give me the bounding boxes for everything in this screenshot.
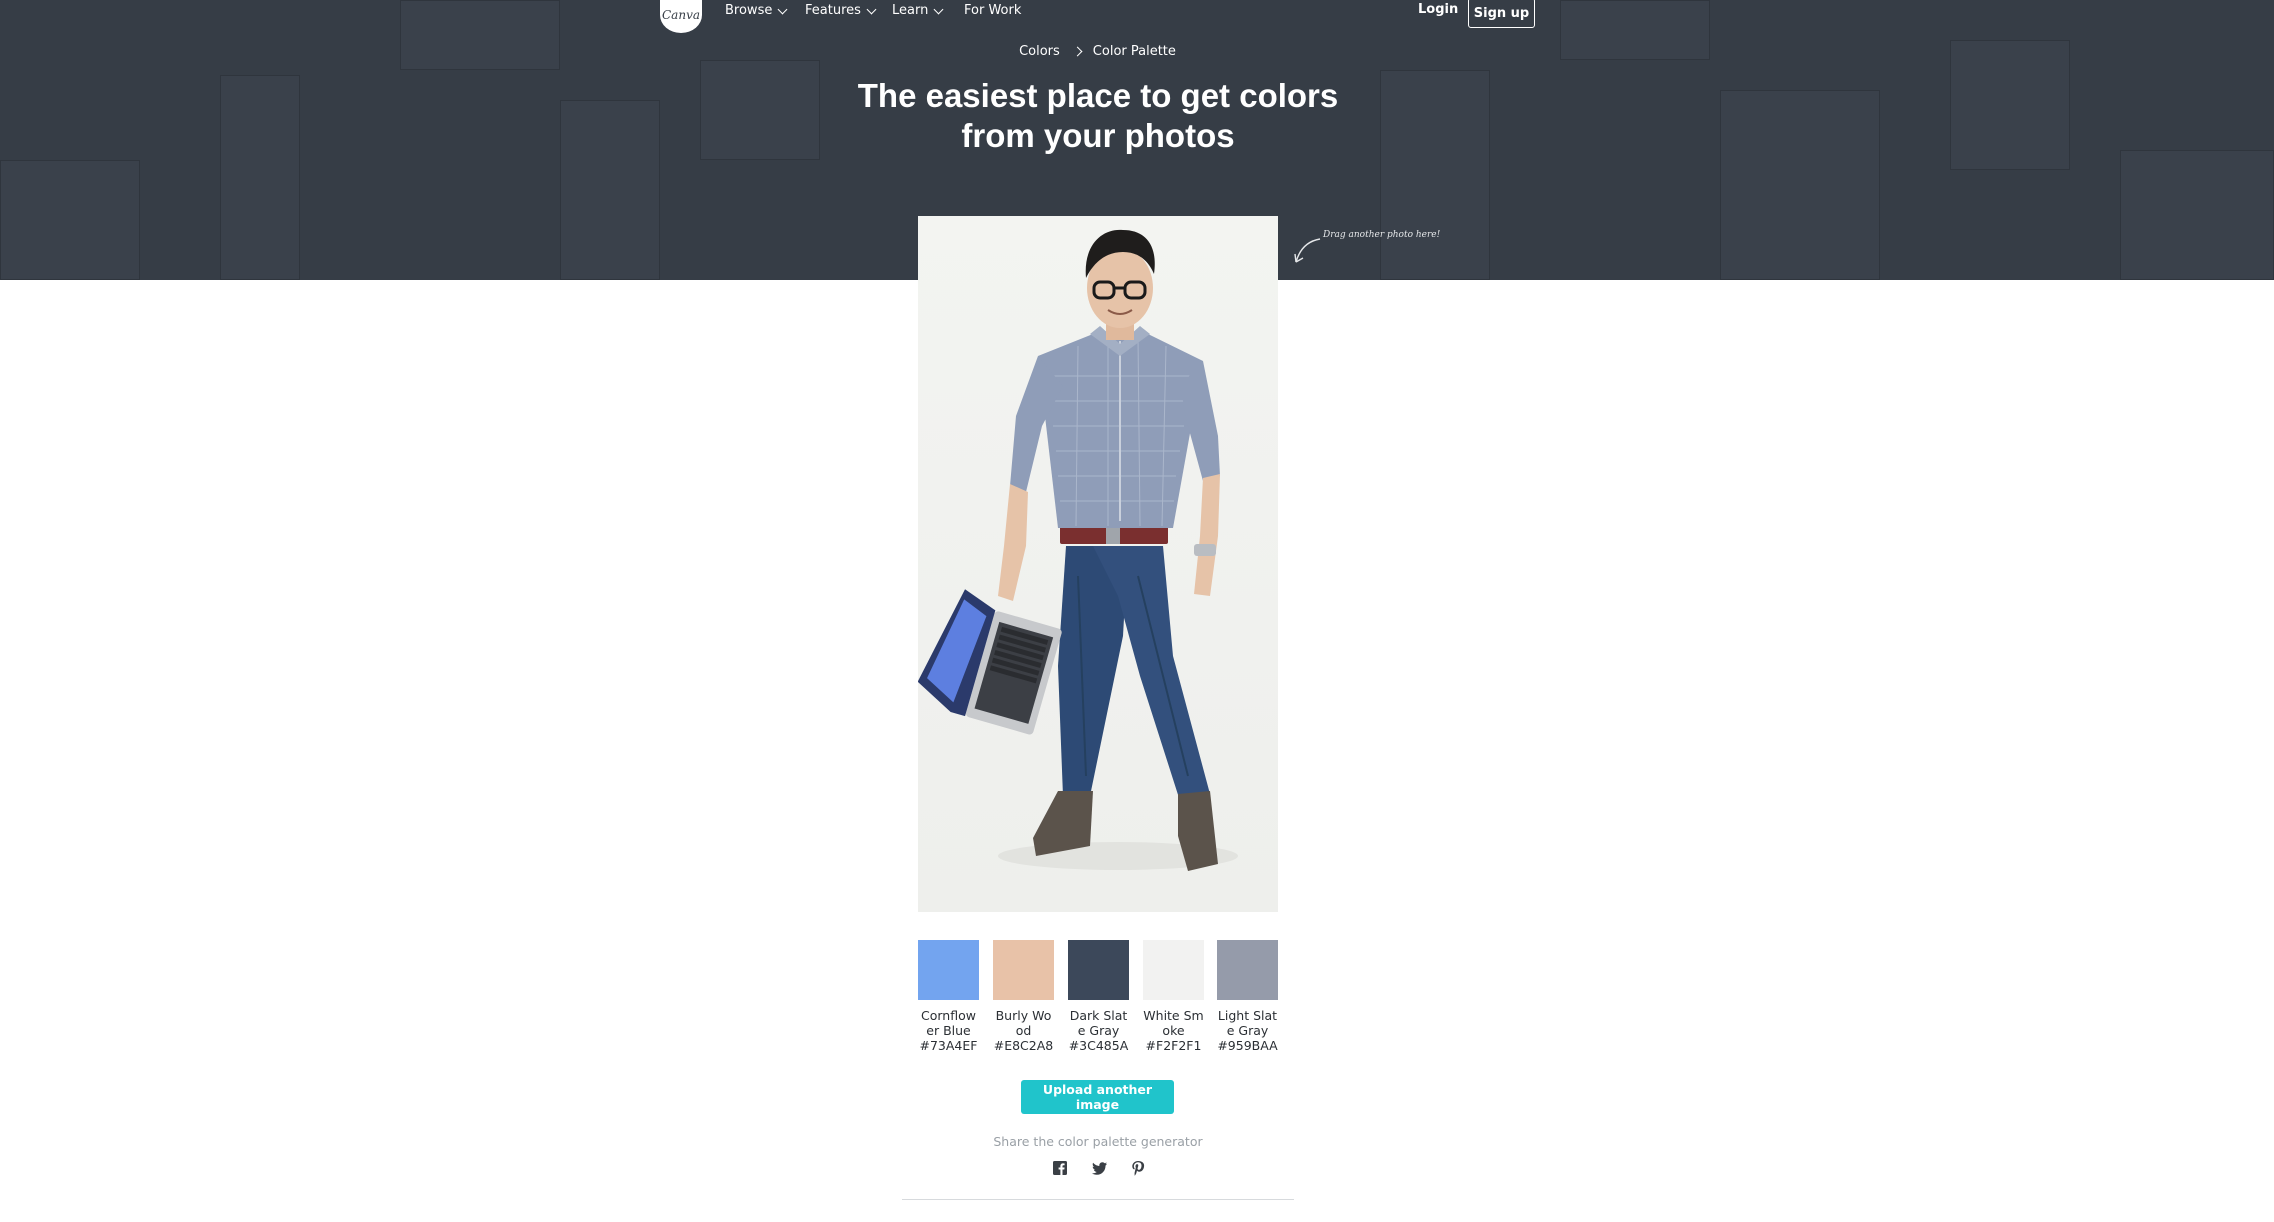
chevron-down-icon <box>866 4 877 14</box>
swatch-name: Dark Slate Gray <box>1069 1008 1128 1038</box>
pinterest-icon[interactable] <box>1130 1160 1146 1176</box>
nav-for-work-label: For Work <box>964 2 1022 18</box>
swatch-color-block[interactable] <box>1143 940 1204 1000</box>
nav-browse-label: Browse <box>725 2 773 18</box>
nav-features-label: Features <box>805 2 861 18</box>
breadcrumb-colors[interactable]: Colors <box>1019 44 1060 59</box>
hero-bg-tile <box>700 60 820 160</box>
twitter-icon[interactable] <box>1092 1160 1108 1176</box>
hero-bg-tile <box>1380 70 1490 280</box>
swatch-color-block[interactable] <box>1068 940 1129 1000</box>
nav-browse[interactable]: Browse <box>725 0 788 20</box>
canva-logo[interactable]: Canva <box>660 0 702 33</box>
hero-bg-tile <box>560 100 660 280</box>
hero-bg-tile <box>400 0 560 70</box>
drag-hint-text: Drag another photo here! <box>1323 230 1441 240</box>
hero-bg-tile <box>220 75 300 280</box>
swatch-light-slate-gray[interactable]: Light Slate Gray #959BAA <box>1217 940 1278 1053</box>
swatch-burly-wood[interactable]: Burly Wood #E8C2A8 <box>993 940 1054 1053</box>
swatch-hex: #959BAA <box>1217 1038 1278 1053</box>
facebook-icon[interactable] <box>1052 1160 1068 1176</box>
signup-button[interactable]: Sign up <box>1468 0 1535 28</box>
upload-another-image-button[interactable]: Upload another image <box>1021 1080 1174 1114</box>
swatch-color-block[interactable] <box>918 940 979 1000</box>
nav-learn[interactable]: Learn <box>892 0 944 20</box>
nav-features[interactable]: Features <box>805 0 877 20</box>
hero-bg-tile <box>0 160 140 280</box>
swatch-cornflower-blue[interactable]: Cornflower Blue #73A4EF <box>918 940 979 1053</box>
swatch-hex: #3C485A <box>1068 1038 1129 1053</box>
hero-bg-tile <box>2120 150 2274 280</box>
swatch-hex: #F2F2F1 <box>1145 1038 1202 1053</box>
nav-learn-label: Learn <box>892 2 929 18</box>
chevron-right-icon <box>1072 46 1083 57</box>
color-palette: Cornflower Blue #73A4EF Burly Wood #E8C2… <box>918 940 1278 1060</box>
uploaded-photo[interactable] <box>918 216 1278 912</box>
page-title: The easiest place to get colors from you… <box>857 77 1339 154</box>
chevron-down-icon <box>777 4 788 14</box>
breadcrumb-current: Color Palette <box>1092 44 1176 59</box>
swatch-white-smoke[interactable]: White Smoke #F2F2F1 <box>1143 940 1204 1053</box>
person-photo-illustration <box>918 229 1238 871</box>
curved-arrow-icon <box>1294 238 1321 263</box>
swatch-name: Light Slate Gray <box>1217 1008 1278 1038</box>
swatch-hex: #73A4EF <box>919 1038 978 1053</box>
swatch-hex: #E8C2A8 <box>993 1038 1054 1053</box>
nav-for-work[interactable]: For Work <box>964 0 1021 20</box>
login-link[interactable]: Login <box>1418 2 1458 17</box>
hero-bg-tile <box>1950 40 2070 170</box>
swatch-dark-slate-gray[interactable]: Dark Slate Gray #3C485A <box>1068 940 1129 1053</box>
top-navigation: Canva Browse Features Learn For Work Log… <box>660 0 1535 33</box>
swatch-name: Cornflower Blue <box>921 1008 976 1038</box>
share-label: Share the color palette generator <box>993 1134 1203 1149</box>
hero-bg-tile <box>1720 90 1880 280</box>
swatch-name: White Smoke <box>1143 1008 1204 1038</box>
swatch-color-block[interactable] <box>1217 940 1278 1000</box>
swatch-name: Burly Wood <box>995 1008 1052 1038</box>
chevron-down-icon <box>933 4 944 14</box>
breadcrumb: Colors Color Palette <box>0 44 2195 59</box>
swatch-color-block[interactable] <box>993 940 1054 1000</box>
footer-divider <box>902 1199 1294 1200</box>
